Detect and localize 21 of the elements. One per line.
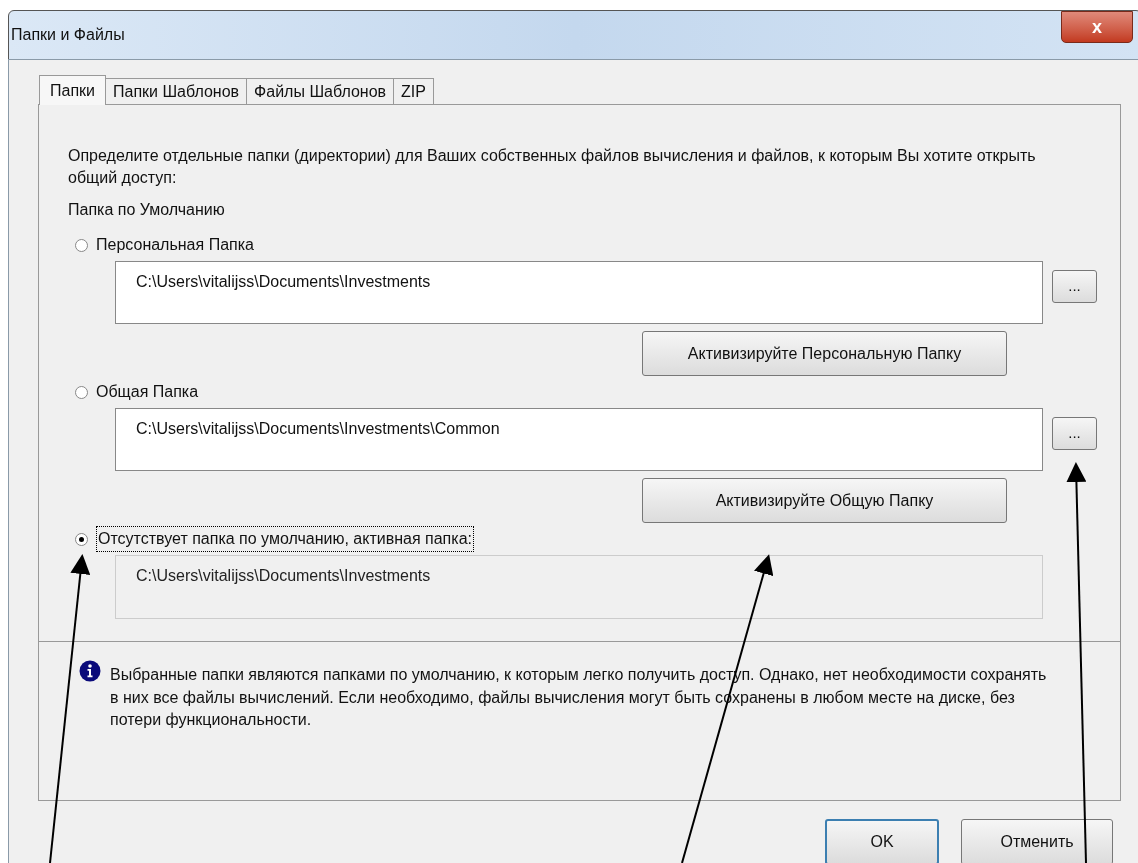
browse-button[interactable]: ...: [1052, 417, 1097, 450]
tab[interactable]: ZIP: [394, 78, 434, 104]
folder-path-field[interactable]: C:\Users\vitalijss\Documents\Investments: [115, 261, 1043, 324]
activate-button[interactable]: Активизируйте Общую Папку: [642, 478, 1007, 523]
tab[interactable]: Папки: [39, 75, 106, 105]
folder-path-field[interactable]: C:\Users\vitalijss\Documents\Investments\Common: [115, 408, 1043, 471]
tab[interactable]: Файлы Шаблонов: [247, 78, 395, 104]
dialog-button[interactable]: OK: [825, 819, 939, 863]
radio-button[interactable]: [75, 385, 88, 399]
description-text: Определите отдельные папки (директории) для Ваших собственных файлов вычисления и файлов, к которым Вы хотите открыть общий доступ:: [68, 146, 1037, 188]
radio-label[interactable]: Общая Папка: [96, 380, 199, 404]
browse-button[interactable]: ...: [1052, 270, 1097, 303]
tab[interactable]: Папки Шаблонов: [106, 78, 248, 104]
info-icon: [79, 660, 101, 682]
radio-button[interactable]: [75, 238, 88, 252]
window-title: Папки и Файлы: [11, 25, 125, 45]
dialog-button[interactable]: Отменить: [961, 819, 1113, 863]
radio-label[interactable]: Персональная Папка: [96, 233, 254, 257]
close-button[interactable]: x: [1061, 11, 1133, 43]
section-label: Папка по Умолчанию: [68, 200, 226, 220]
activate-button[interactable]: Активизируйте Персональную Папку: [642, 331, 1007, 376]
